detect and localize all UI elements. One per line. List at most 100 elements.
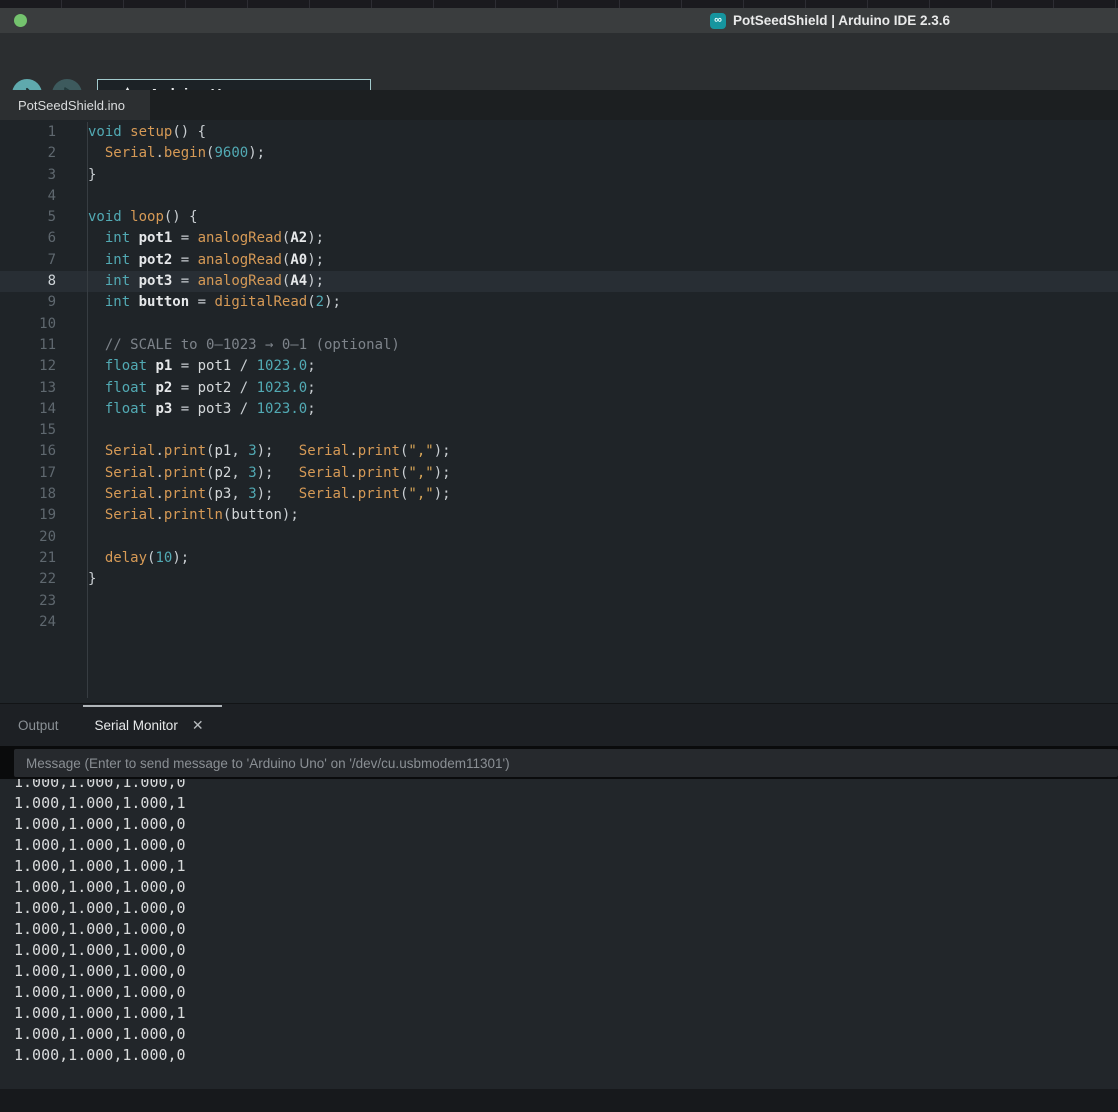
line-number: 16 [0,441,56,462]
line-number: 23 [0,591,56,612]
line-number: 1 [0,122,56,143]
line-number: 7 [0,250,56,271]
code-line[interactable]: 13 float p2 = pot2 / 1023.0; [0,378,1118,399]
arduino-logo-icon: ∞ [710,13,726,29]
line-number: 3 [0,165,56,186]
serial-line: 1.000,1.000,1.000,0 [14,835,1118,856]
code-line[interactable]: 18 Serial.print(p3, 3); Serial.print(","… [0,484,1118,505]
code-text: } [88,569,96,590]
code-text: float p3 = pot3 / 1023.0; [88,399,316,420]
code-line[interactable]: 20 [0,527,1118,548]
line-number: 2 [0,143,56,164]
tab-serial-monitor[interactable]: Serial Monitor [95,718,178,733]
code-text: Serial.print(p3, 3); Serial.print(","); [88,484,451,505]
serial-output[interactable]: 1.000,1.000,1.000,01.000,1.000,1.000,11.… [0,779,1118,1089]
serial-line: 1.000,1.000,1.000,0 [14,1045,1118,1066]
serial-message-input[interactable] [14,749,1118,777]
line-number: 5 [0,207,56,228]
line-number: 20 [0,527,56,548]
serial-line: 1.000,1.000,1.000,0 [14,919,1118,940]
code-line[interactable]: 22} [0,569,1118,590]
code-text: Serial.println(button); [88,505,299,526]
code-text: int pot3 = analogRead(A4); [88,271,324,292]
code-line[interactable]: 23 [0,591,1118,612]
serial-message-row [0,746,1118,779]
serial-line: 1.000,1.000,1.000,1 [14,856,1118,877]
code-line[interactable]: 24 [0,612,1118,633]
code-text: } [88,165,96,186]
active-tab-indicator [83,705,222,707]
serial-line: 1.000,1.000,1.000,0 [14,898,1118,919]
line-number: 4 [0,186,56,207]
line-number: 8 [0,271,56,292]
code-line[interactable]: 16 Serial.print(p1, 3); Serial.print(","… [0,441,1118,462]
serial-line: 1.000,1.000,1.000,1 [14,1003,1118,1024]
code-line[interactable]: 6 int pot1 = analogRead(A2); [0,228,1118,249]
serial-line: 1.000,1.000,1.000,0 [14,877,1118,898]
code-text: Serial.print(p1, 3); Serial.print(","); [88,441,451,462]
code-text: void loop() { [88,207,198,228]
bottom-panel-header: Output Serial Monitor ✕ [0,703,1118,746]
line-number: 21 [0,548,56,569]
code-line[interactable]: 4 [0,186,1118,207]
code-line[interactable]: 5 void loop() { [0,207,1118,228]
code-line[interactable]: 9 int button = digitalRead(2); [0,292,1118,313]
serial-line: 1.000,1.000,1.000,0 [14,779,1118,793]
code-line[interactable]: 3} [0,165,1118,186]
code-line[interactable]: 10 [0,314,1118,335]
code-line[interactable]: 7 int pot2 = analogRead(A0); [0,250,1118,271]
screen-top-strip [0,0,1118,8]
serial-line: 1.000,1.000,1.000,0 [14,940,1118,961]
titlebar[interactable]: ∞ PotSeedShield | Arduino IDE 2.3.6 [0,8,1118,33]
close-icon[interactable]: ✕ [192,717,204,734]
code-line[interactable]: 2 Serial.begin(9600); [0,143,1118,164]
code-line[interactable]: 15 [0,420,1118,441]
window-title: PotSeedShield | Arduino IDE 2.3.6 [733,13,950,28]
code-text: Serial.begin(9600); [88,143,265,164]
line-number: 9 [0,292,56,313]
code-text: // SCALE to 0–1023 → 0–1 (optional) [88,335,400,356]
code-line[interactable]: 21 delay(10); [0,548,1118,569]
code-line[interactable]: 12 float p1 = pot1 / 1023.0; [0,356,1118,377]
tab-output[interactable]: Output [18,718,59,733]
bottom-strip [0,1089,1118,1112]
line-number: 17 [0,463,56,484]
line-number: 22 [0,569,56,590]
code-text: Serial.print(p2, 3); Serial.print(","); [88,463,451,484]
line-number: 11 [0,335,56,356]
code-editor[interactable]: 1void setup() {2 Serial.begin(9600);3}45… [0,120,1118,703]
serial-line: 1.000,1.000,1.000,0 [14,982,1118,1003]
line-number: 13 [0,378,56,399]
serial-line: 1.000,1.000,1.000,0 [14,1024,1118,1045]
code-line[interactable]: 19 Serial.println(button); [0,505,1118,526]
line-number: 6 [0,228,56,249]
code-text: void setup() { [88,122,206,143]
code-line[interactable]: 8 int pot3 = analogRead(A4); [0,271,1118,292]
line-number: 10 [0,314,56,335]
traffic-light-green[interactable] [14,14,27,27]
line-number: 14 [0,399,56,420]
code-text: float p2 = pot2 / 1023.0; [88,378,316,399]
gutter-guide-line [87,122,88,698]
arduino-ide-window: ∞ PotSeedShield | Arduino IDE 2.3.6 [0,0,1118,1112]
editor-tab-label: PotSeedShield.ino [18,98,125,113]
tab-potseedshield-ino[interactable]: PotSeedShield.ino [0,90,150,120]
serial-line: 1.000,1.000,1.000,0 [14,814,1118,835]
code-text: int button = digitalRead(2); [88,292,341,313]
line-number: 19 [0,505,56,526]
serial-line: 1.000,1.000,1.000,1 [14,793,1118,814]
code-line[interactable]: 11 // SCALE to 0–1023 → 0–1 (optional) [0,335,1118,356]
line-number: 12 [0,356,56,377]
line-number: 15 [0,420,56,441]
code-text: float p1 = pot1 / 1023.0; [88,356,316,377]
code-text: delay(10); [88,548,189,569]
line-number: 24 [0,612,56,633]
code-line[interactable]: 1 void setup() { [0,122,1118,143]
code-line[interactable]: 14 float p3 = pot3 / 1023.0; [0,399,1118,420]
serial-line: 1.000,1.000,1.000,0 [14,961,1118,982]
code-line[interactable]: 17 Serial.print(p2, 3); Serial.print(","… [0,463,1118,484]
code-text: int pot1 = analogRead(A2); [88,228,324,249]
toolbar: Arduino Uno ▾ [0,33,1118,90]
line-number: 18 [0,484,56,505]
title-group: ∞ PotSeedShield | Arduino IDE 2.3.6 [710,8,950,33]
